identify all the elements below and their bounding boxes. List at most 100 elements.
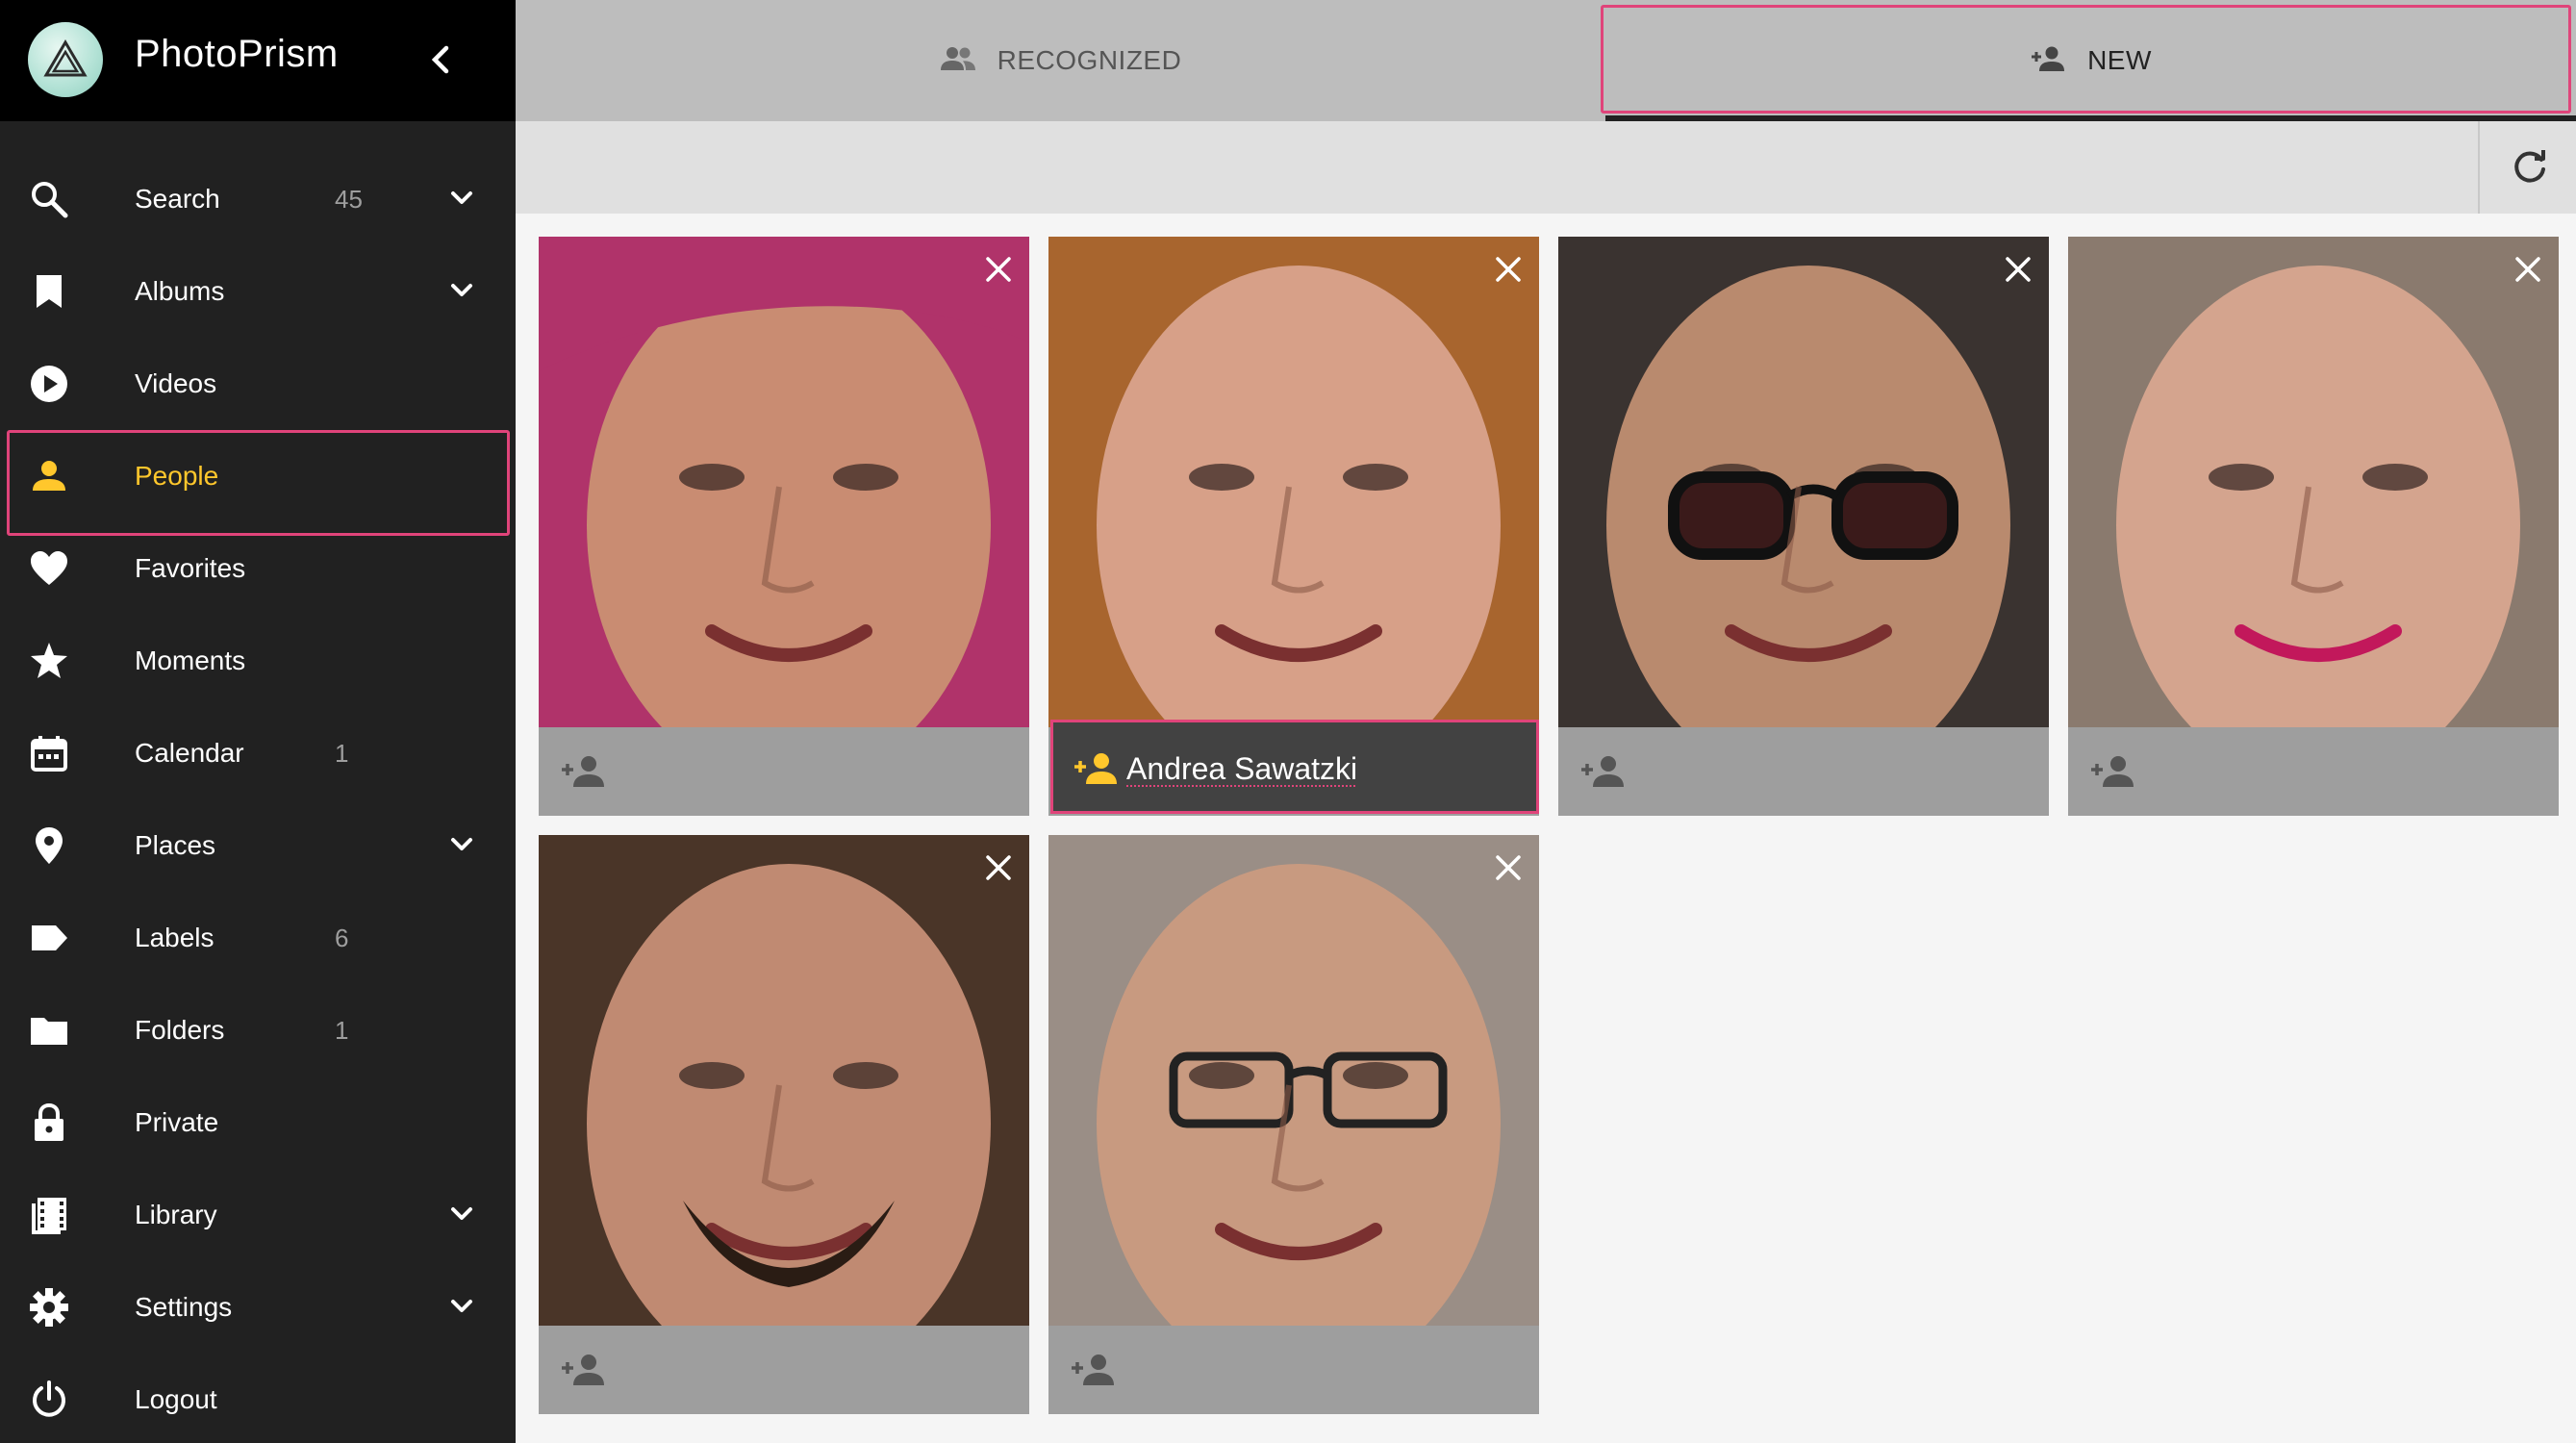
app-root: PhotoPrism Search 45 Albums Videos People Fav… <box>0 0 2576 1443</box>
person-add-icon[interactable] <box>1579 754 1626 789</box>
sidebar-item-people[interactable]: People <box>0 429 516 536</box>
sidebar-item-label: Labels <box>135 923 215 952</box>
face-card[interactable] <box>1558 237 2049 816</box>
face-card[interactable] <box>1048 835 1539 1414</box>
face-photo <box>1048 835 1539 1326</box>
chevron-down-icon[interactable] <box>444 181 479 215</box>
sidebar-item-label: Folders <box>135 1015 225 1045</box>
refresh-icon[interactable] <box>2507 144 2553 190</box>
face-thumbnail[interactable] <box>2068 237 2559 727</box>
face-card[interactable]: Andrea Sawatzki <box>1048 237 1539 816</box>
face-card[interactable] <box>539 835 1029 1414</box>
photoprism-logo[interactable] <box>28 22 103 97</box>
face-thumbnail[interactable] <box>1048 835 1539 1326</box>
person-add-icon[interactable] <box>1070 1353 1116 1387</box>
star-icon <box>29 641 69 681</box>
gear-icon <box>29 1287 69 1328</box>
people-tabs: RECOGNIZED NEW <box>516 0 2576 121</box>
active-item-highlight <box>7 430 510 536</box>
calendar-icon <box>29 733 69 773</box>
heart-icon <box>29 548 69 589</box>
sidebar-item-label: Logout <box>135 1384 217 1414</box>
chevron-down-icon[interactable] <box>444 1289 479 1324</box>
place-pin-icon <box>29 825 69 866</box>
sidebar-item-favorites[interactable]: Favorites <box>0 521 516 614</box>
sidebar-item-count: 6 <box>335 924 349 952</box>
face-name-bar[interactable] <box>539 1326 1029 1414</box>
sidebar-item-count: 1 <box>335 739 349 768</box>
sidebar-item-label: Videos <box>135 368 217 398</box>
person-add-icon[interactable] <box>560 754 606 789</box>
toolbar <box>516 121 2576 214</box>
sidebar-item-label: Library <box>135 1200 217 1229</box>
sidebar-item-calendar[interactable]: Calendar 1 <box>0 706 516 798</box>
play-circle-icon <box>29 364 69 404</box>
close-icon[interactable] <box>983 254 1014 285</box>
face-photo <box>1048 237 1539 727</box>
face-photo <box>2068 237 2559 727</box>
sidebar-item-private[interactable]: Private <box>0 1076 516 1168</box>
tab-recognized-label: RECOGNIZED <box>997 45 1182 75</box>
face-name-bar[interactable] <box>1558 727 2049 816</box>
collapse-sidebar-icon[interactable] <box>421 37 460 83</box>
face-thumbnail[interactable] <box>1558 237 2049 727</box>
face-name-text: Andrea Sawatzki <box>1126 751 1358 786</box>
sidebar-item-label: Places <box>135 830 216 860</box>
close-icon[interactable] <box>2003 254 2033 285</box>
person-add-icon[interactable] <box>2089 754 2135 789</box>
face-name-bar[interactable] <box>539 727 1029 816</box>
film-library-icon <box>29 1195 69 1235</box>
tab-new-highlight <box>1601 5 2571 114</box>
label-icon <box>29 918 69 958</box>
tab-recognized[interactable]: RECOGNIZED <box>516 0 1605 121</box>
people-icon <box>940 45 976 77</box>
chevron-down-icon[interactable] <box>444 1197 479 1231</box>
sidebar-item-label: Search <box>135 184 220 214</box>
sidebar-item-places[interactable]: Places <box>0 798 516 891</box>
face-photo <box>539 835 1029 1326</box>
sidebar-item-folders[interactable]: Folders 1 <box>0 983 516 1076</box>
app-title: PhotoPrism <box>135 33 339 75</box>
person-add-icon[interactable] <box>1073 751 1119 786</box>
face-thumbnail[interactable] <box>1048 237 1539 727</box>
sidebar-item-count: 45 <box>335 185 363 214</box>
face-thumbnail[interactable] <box>539 835 1029 1326</box>
sidebar-item-label: Settings <box>135 1292 233 1322</box>
close-icon[interactable] <box>2513 254 2543 285</box>
sidebar-item-label: Favorites <box>135 553 246 583</box>
face-card[interactable] <box>2068 237 2559 816</box>
sidebar-item-label: Calendar <box>135 738 244 768</box>
sidebar-item-settings[interactable]: Settings <box>0 1260 516 1353</box>
search-icon <box>29 179 69 219</box>
person-add-icon[interactable] <box>560 1353 606 1387</box>
power-icon <box>29 1380 69 1420</box>
face-name-field[interactable]: Andrea Sawatzki <box>1050 720 1539 814</box>
sidebar-item-search[interactable]: Search 45 <box>0 152 516 244</box>
sidebar-item-label: Private <box>135 1107 219 1137</box>
close-icon[interactable] <box>1493 852 1524 883</box>
face-name-wrap: Andrea Sawatzki <box>1126 751 1357 787</box>
sidebar-item-logout[interactable]: Logout <box>0 1353 516 1443</box>
face-thumbnail[interactable] <box>539 237 1029 727</box>
sidebar-item-label: Albums <box>135 276 225 306</box>
chevron-down-icon[interactable] <box>444 273 479 308</box>
face-name-bar[interactable] <box>2068 727 2559 816</box>
face-name-bar[interactable] <box>1048 1326 1539 1414</box>
face-photo <box>539 237 1029 727</box>
sidebar-item-albums[interactable]: Albums <box>0 244 516 337</box>
bookmark-icon <box>29 271 69 312</box>
lock-icon <box>29 1102 69 1143</box>
sidebar-item-moments[interactable]: Moments <box>0 614 516 706</box>
toolbar-divider <box>2478 121 2480 214</box>
face-card[interactable] <box>539 237 1029 816</box>
sidebar-item-label: Moments <box>135 646 246 675</box>
sidebar: PhotoPrism Search 45 Albums Videos People Fav… <box>0 0 516 1443</box>
sidebar-item-library[interactable]: Library <box>0 1168 516 1260</box>
close-icon[interactable] <box>1493 254 1524 285</box>
sidebar-nav: Search 45 Albums Videos People Favorites Momen… <box>0 152 516 1443</box>
close-icon[interactable] <box>983 852 1014 883</box>
sidebar-item-count: 1 <box>335 1016 349 1045</box>
sidebar-item-videos[interactable]: Videos <box>0 337 516 429</box>
chevron-down-icon[interactable] <box>444 827 479 862</box>
sidebar-item-labels[interactable]: Labels 6 <box>0 891 516 983</box>
